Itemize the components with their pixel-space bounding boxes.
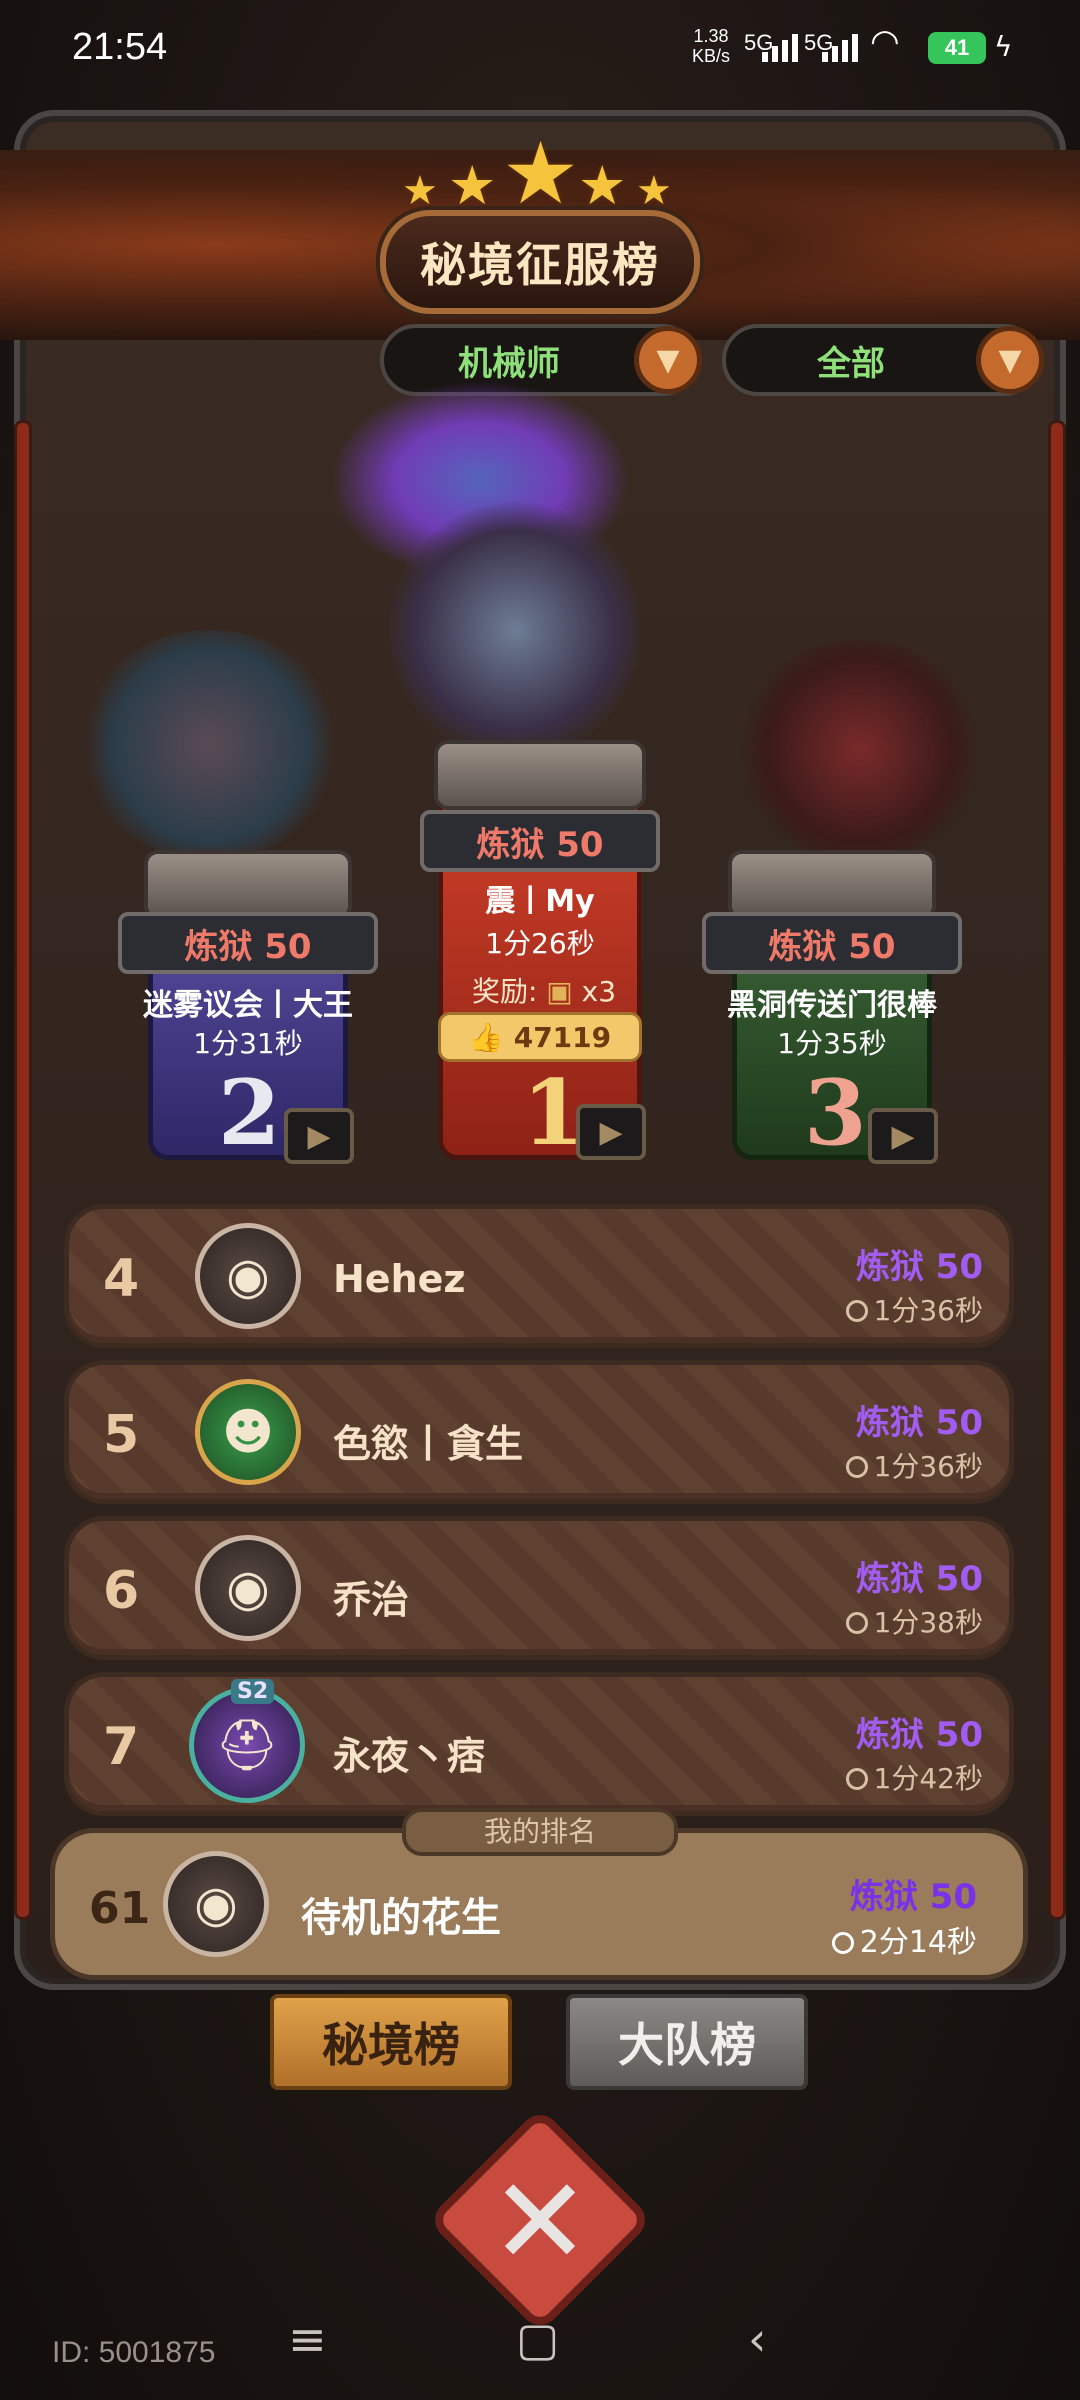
menu-icon[interactable]: ≡ xyxy=(288,2312,327,2366)
leaderboard-screen: 21:54 1.38 KB/s 5G 5G ◠ 41 ϟ ★ ★ ★ ★ ★ 秘… xyxy=(0,0,1080,2400)
back-icon[interactable]: ‹ xyxy=(748,2312,766,2366)
user-id: ID: 5001875 xyxy=(52,2336,216,2369)
goggles-avatar-icon[interactable]: ◉ xyxy=(195,1223,301,1329)
row-time: 1分38秒 xyxy=(845,1601,983,1641)
my-rank-name: 待机的花生 xyxy=(301,1895,501,1941)
battery-icon: 41 xyxy=(928,32,986,64)
rank2-pedestal xyxy=(144,850,352,920)
star-icon: ★ xyxy=(636,168,672,214)
rank2-replay-video-icon[interactable]: ▶ xyxy=(284,1108,354,1164)
row-name: 永夜丶痞 xyxy=(333,1734,486,1778)
star-icon: ★ xyxy=(448,154,497,217)
row-time: 1分42秒 xyxy=(845,1757,983,1797)
wifi-icon: ◠ xyxy=(870,23,900,61)
home-icon[interactable]: ▢ xyxy=(516,2312,559,2366)
chevron-down-icon[interactable]: ▼ xyxy=(976,326,1044,394)
status-bar: 21:54 1.38 KB/s 5G 5G ◠ 41 ϟ xyxy=(0,0,1080,100)
rank1-pedestal xyxy=(434,740,646,810)
rank2-time: 1分31秒 xyxy=(193,1027,303,1060)
row-name: 色慾丨貪生 xyxy=(333,1422,524,1466)
treasure-chest-icon: ▣ xyxy=(546,975,573,1008)
page-title: 秘境征服榜 xyxy=(380,210,700,314)
class-filter-label: 机械师 xyxy=(458,343,560,384)
rank2-level: 炼狱 50 xyxy=(118,912,378,974)
clock-icon xyxy=(845,1768,868,1790)
row-time: 1分36秒 xyxy=(845,1445,983,1485)
row-name: Hehez xyxy=(333,1257,466,1301)
clock-icon xyxy=(831,1932,854,1954)
champion-character[interactable] xyxy=(390,500,640,760)
rank2-name: 迷雾议会丨大王 xyxy=(143,988,353,1023)
list-item[interactable]: 7 ⛑ S2 永夜丶痞 炼狱 50 1分42秒 xyxy=(64,1672,1014,1816)
charging-icon: ϟ xyxy=(994,30,1013,63)
row-time: 1分36秒 xyxy=(845,1289,983,1329)
row-level: 炼狱 50 xyxy=(855,1559,983,1599)
row-level: 炼狱 50 xyxy=(855,1403,983,1443)
rank2-character[interactable] xyxy=(80,630,340,860)
rank3-number: 3 xyxy=(804,1060,867,1166)
rank1-name: 震丨My xyxy=(485,884,595,919)
network-speed: 1.38 KB/s xyxy=(692,26,731,66)
star-icon: ★ xyxy=(578,154,627,217)
frame-rail-left xyxy=(14,420,32,1920)
star-icon: ★ xyxy=(402,168,438,214)
row-rank: 4 xyxy=(103,1249,140,1309)
rank1-time: 1分26秒 xyxy=(485,927,595,960)
signal-bars-icon xyxy=(762,34,798,62)
list-item[interactable]: 4 ◉ Hehez 炼狱 50 1分36秒 xyxy=(64,1204,1014,1348)
tab-squad[interactable]: 大队榜 xyxy=(566,1994,808,2090)
row-name: 乔治 xyxy=(333,1578,410,1622)
clock-icon xyxy=(845,1300,868,1322)
frame-rail-right xyxy=(1048,420,1066,1920)
row-rank: 7 xyxy=(103,1717,140,1777)
my-rank-level: 炼狱 50 xyxy=(849,1877,977,1917)
star-icon: ★ xyxy=(502,124,580,224)
rank1-replay-video-icon[interactable]: ▶ xyxy=(576,1104,646,1160)
list-item[interactable]: 5 ☻ 色慾丨貪生 炼狱 50 1分36秒 xyxy=(64,1360,1014,1504)
my-rank-time: 2分14秒 xyxy=(831,1917,977,1961)
rank3-name: 黑洞传送门很棒 xyxy=(727,988,937,1023)
goggles-avatar-icon[interactable]: ◉ xyxy=(163,1851,269,1957)
rank1-like-button[interactable]: 👍 47119 xyxy=(438,1012,642,1062)
list-item[interactable]: 6 ◉ 乔治 炼狱 50 1分38秒 xyxy=(64,1516,1014,1660)
my-rank-tag: 我的排名 xyxy=(402,1808,678,1856)
thumbs-up-icon: 👍 xyxy=(468,1020,504,1054)
scope-filter-label: 全部 xyxy=(817,343,885,384)
rank3-character[interactable] xyxy=(730,640,990,860)
clock-icon xyxy=(845,1456,868,1478)
rank3-level: 炼狱 50 xyxy=(702,912,962,974)
rank2-number: 2 xyxy=(218,1060,281,1166)
season-badge: S2 xyxy=(231,1679,275,1704)
green-grin-avatar-icon[interactable]: ☻ xyxy=(195,1379,301,1485)
rank3-pedestal xyxy=(728,850,936,920)
row-level: 炼狱 50 xyxy=(855,1247,983,1287)
s2-helmet-avatar-icon[interactable]: ⛑ xyxy=(189,1687,305,1803)
goggles-avatar-icon[interactable]: ◉ xyxy=(195,1535,301,1641)
my-rank-number: 61 xyxy=(89,1883,151,1934)
clock-time: 21:54 xyxy=(72,26,168,68)
row-rank: 6 xyxy=(103,1561,140,1621)
crossed-swords-icon: ✕ xyxy=(489,2152,591,2292)
clock-icon xyxy=(845,1612,868,1634)
rank3-time: 1分35秒 xyxy=(777,1027,887,1060)
rank3-replay-video-icon[interactable]: ▶ xyxy=(868,1108,938,1164)
tab-secret-realm[interactable]: 秘境榜 xyxy=(270,1994,512,2090)
chevron-down-icon[interactable]: ▼ xyxy=(634,326,702,394)
rank1-reward: 奖励: ▣ x3 xyxy=(471,975,617,1008)
row-level: 炼狱 50 xyxy=(855,1715,983,1755)
row-rank: 5 xyxy=(103,1405,140,1465)
scope-filter-dropdown[interactable]: 全部 ▼ xyxy=(722,324,1044,396)
rank1-level: 炼狱 50 xyxy=(420,810,660,872)
signal-bars-icon xyxy=(822,34,858,62)
